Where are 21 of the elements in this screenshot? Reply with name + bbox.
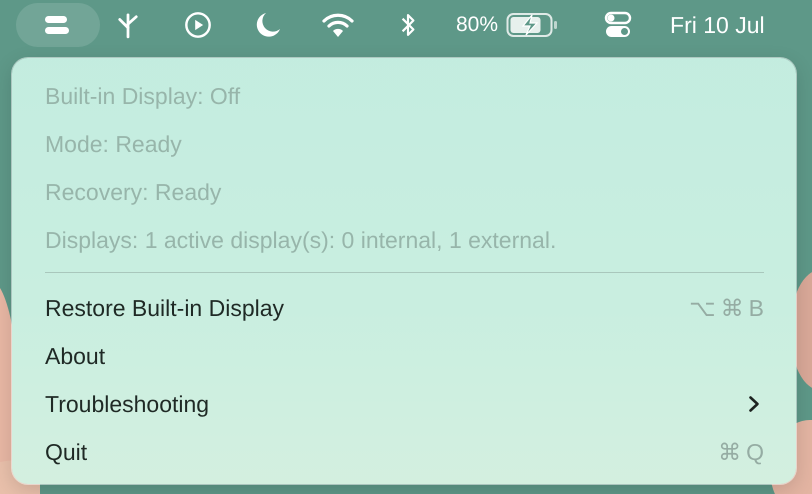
battery-charging-icon[interactable]	[506, 12, 558, 38]
app-icon[interactable]	[44, 15, 70, 35]
moon-icon[interactable]	[254, 11, 282, 39]
branch-icon[interactable]	[117, 11, 139, 39]
menu-item[interactable]: Troubleshooting	[45, 390, 210, 418]
keyboard-shortcut: ⌥⌘B	[689, 294, 769, 322]
play-icon[interactable]	[184, 11, 212, 39]
status-text: Mode: Ready	[45, 130, 182, 158]
chevron-right-icon	[748, 395, 760, 413]
battery-percentage: 80%	[456, 13, 498, 37]
keyboard-shortcut: ⌘Q	[718, 438, 769, 466]
status-text: Displays: 1 active display(s): 0 internal, 1 external.	[45, 226, 556, 254]
status-text: Built-in Display: Off	[45, 82, 240, 110]
status-item-highlight[interactable]	[16, 3, 100, 47]
wifi-icon[interactable]	[321, 12, 355, 38]
status-text: Recovery: Ready	[45, 178, 222, 206]
menu-item[interactable]: Quit	[45, 438, 88, 466]
menu-item[interactable]: About	[45, 342, 106, 370]
menu-item[interactable]: Restore Built-in Display	[45, 294, 284, 322]
control-center-icon[interactable]	[603, 11, 634, 39]
bluetooth-icon[interactable]	[399, 11, 417, 39]
